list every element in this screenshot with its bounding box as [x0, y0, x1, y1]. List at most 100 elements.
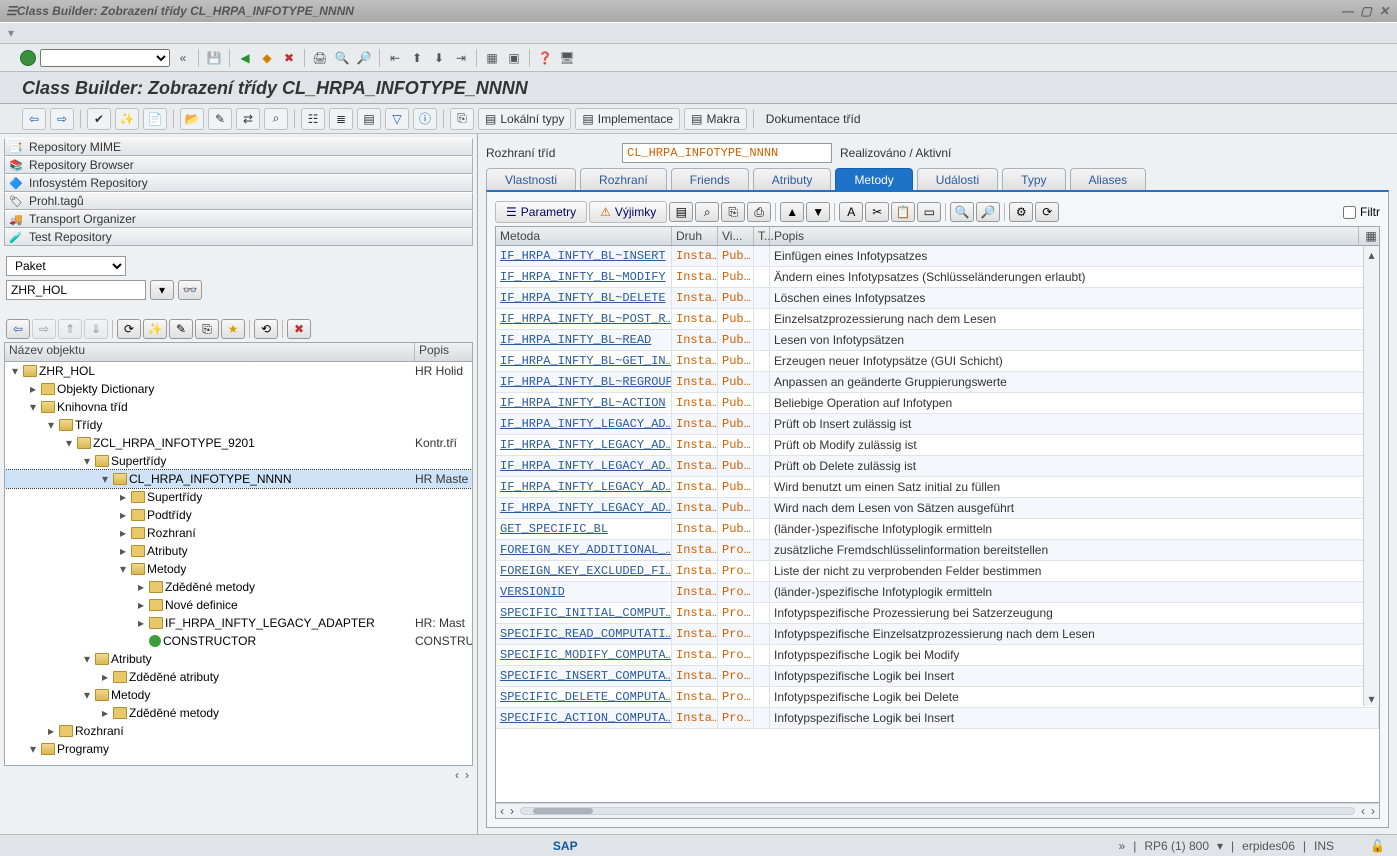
find-next-method-button[interactable]: 🔎: [976, 202, 1000, 222]
tree-close-button[interactable]: ✖: [287, 319, 311, 339]
hierarchy-button[interactable]: ☷: [301, 108, 325, 130]
outline-button[interactable]: ≣: [329, 108, 353, 130]
method-row[interactable]: SPECIFIC_INSERT_COMPUTA…Insta…Pro…Infoty…: [496, 666, 1379, 687]
grid-hscrollbar[interactable]: ‹ › ‹ ›: [495, 803, 1380, 819]
method-name[interactable]: IF_HRPA_INFTY_LEGACY_AD…: [496, 414, 672, 434]
method-row[interactable]: SPECIFIC_DELETE_COMPUTA…Insta…Pro…Infoty…: [496, 687, 1379, 708]
method-row[interactable]: IF_HRPA_INFTY_BL~MODIFYInsta…Pub…Ändern …: [496, 267, 1379, 288]
method-name[interactable]: IF_HRPA_INFTY_BL~DELETE: [496, 288, 672, 308]
tree-node-inherited-methods[interactable]: ▸ Zděděné metody: [5, 578, 472, 596]
method-row[interactable]: IF_HRPA_INFTY_BL~ACTIONInsta…Pub…Beliebi…: [496, 393, 1379, 414]
abc-button[interactable]: A: [839, 202, 863, 222]
method-row[interactable]: FOREIGN_KEY_ADDITIONAL_…Insta…Pro…zusätz…: [496, 540, 1379, 561]
tree-refresh-button[interactable]: ⟳: [117, 319, 141, 339]
method-name[interactable]: IF_HRPA_INFTY_LEGACY_AD…: [496, 435, 672, 455]
method-row[interactable]: IF_HRPA_INFTY_LEGACY_AD…Insta…Pub…Prüft …: [496, 435, 1379, 456]
nav-forward-button[interactable]: ⇨: [50, 108, 74, 130]
first-page-icon[interactable]: ⇤: [386, 49, 404, 67]
method-row[interactable]: IF_HRPA_INFTY_LEGACY_AD…Insta…Pub…Wird n…: [496, 498, 1379, 519]
refresh-button[interactable]: ⟳: [1035, 202, 1059, 222]
configure-columns-icon[interactable]: ▦: [1359, 227, 1379, 245]
method-row[interactable]: IF_HRPA_INFTY_BL~DELETEInsta…Pub…Löschen…: [496, 288, 1379, 309]
where-used-button[interactable]: ⌕: [695, 202, 719, 222]
method-name[interactable]: IF_HRPA_INFTY_BL~ACTION: [496, 393, 672, 413]
last-page-icon[interactable]: ⇥: [452, 49, 470, 67]
refactor-button[interactable]: ⚙: [1009, 202, 1033, 222]
tab-aliases[interactable]: Aliases: [1070, 168, 1147, 190]
lock-icon[interactable]: 🔓: [1370, 839, 1385, 853]
parameters-button[interactable]: ☰Parametry: [495, 201, 587, 223]
tree-node-super[interactable]: ▾ Supertřídy: [5, 452, 472, 470]
tree-node-new-defs[interactable]: ▸ Nové definice: [5, 596, 472, 614]
tab-attributes[interactable]: Atributy: [753, 168, 832, 190]
tree-node-sub-attributes[interactable]: ▸ Atributy: [5, 542, 472, 560]
method-name[interactable]: SPECIFIC_ACTION_COMPUTA…: [496, 708, 672, 728]
back-history-icon[interactable]: «: [174, 49, 192, 67]
select-button[interactable]: ▭: [917, 202, 941, 222]
tree-node-constructor[interactable]: ▸ CONSTRUCTORCONSTRU: [5, 632, 472, 650]
sort-asc-button[interactable]: ▲: [780, 202, 804, 222]
info-button[interactable]: ⓘ: [413, 108, 437, 130]
method-name[interactable]: IF_HRPA_INFTY_LEGACY_AD…: [496, 477, 672, 497]
col-kind[interactable]: Druh: [672, 227, 718, 245]
tree-node-if2[interactable]: ▸ Rozhraní: [5, 722, 472, 740]
toggle-button[interactable]: ⇄: [236, 108, 260, 130]
method-name[interactable]: IF_HRPA_INFTY_LEGACY_AD…: [496, 498, 672, 518]
method-row[interactable]: SPECIFIC_INITIAL_COMPUT…Insta…Pro…Infoty…: [496, 603, 1379, 624]
nav-infosystem[interactable]: 🔷Infosystém Repository: [4, 174, 473, 192]
tree-node-sub-sub[interactable]: ▸ Podtřídy: [5, 506, 472, 524]
cut-button[interactable]: ✂: [865, 202, 889, 222]
col-desc[interactable]: Popis: [415, 343, 472, 361]
method-row[interactable]: IF_HRPA_INFTY_BL~GET_IN…Insta…Pub…Erzeug…: [496, 351, 1379, 372]
minimize-icon[interactable]: —: [1341, 4, 1355, 18]
scroll-right2-icon[interactable]: ›: [1371, 804, 1375, 818]
prev-page-icon[interactable]: ⬆: [408, 49, 426, 67]
tree-node-sub-interfaces[interactable]: ▸ Rozhraní: [5, 524, 472, 542]
shortcut-icon[interactable]: ▣: [505, 49, 523, 67]
col-name[interactable]: Název objektu: [5, 343, 415, 361]
tree-node-zcl[interactable]: ▾ ZCL_HRPA_INFOTYPE_9201Kontr.tří: [5, 434, 472, 452]
method-name[interactable]: IF_HRPA_INFTY_BL~READ: [496, 330, 672, 350]
tree-node-inherited-attr[interactable]: ▸ Zděděné atributy: [5, 668, 472, 686]
tree-hscroll[interactable]: ‹›: [4, 766, 473, 784]
where-used-button[interactable]: ⌕: [264, 108, 288, 130]
method-name[interactable]: SPECIFIC_DELETE_COMPUTA…: [496, 687, 672, 707]
nav-transport-organizer[interactable]: 🚚Transport Organizer: [4, 210, 473, 228]
other-object-button[interactable]: 📂: [180, 108, 204, 130]
method-row[interactable]: FOREIGN_KEY_EXCLUDED_FI…Insta…Pro…Liste …: [496, 561, 1379, 582]
new-session-icon[interactable]: ▦: [483, 49, 501, 67]
tree-fav-button[interactable]: ★: [221, 319, 245, 339]
tab-interfaces[interactable]: Rozhraní: [580, 168, 667, 190]
method-name[interactable]: IF_HRPA_INFTY_BL~POST_R…: [496, 309, 672, 329]
filter-button[interactable]: ▽: [385, 108, 409, 130]
method-row[interactable]: IF_HRPA_INFTY_BL~INSERTInsta…Pub…Einfüge…: [496, 246, 1379, 267]
method-name[interactable]: GET_SPECIFIC_BL: [496, 519, 672, 539]
grid-vscrollbar[interactable]: ▴▾: [1363, 246, 1379, 706]
class-name-input[interactable]: [622, 143, 832, 163]
nav-back-button[interactable]: ⇦: [22, 108, 46, 130]
code-button[interactable]: ▤: [669, 202, 693, 222]
class-docs-button[interactable]: Dokumentace tříd: [760, 108, 867, 130]
tree-fwd-button[interactable]: ⇨: [32, 319, 56, 339]
tree-node-programs[interactable]: ▾ Programy: [5, 740, 472, 758]
menu-dropdown-icon[interactable]: ▾: [8, 26, 14, 40]
tree-copy-button[interactable]: ⎘: [195, 319, 219, 339]
scroll-left-icon[interactable]: ‹: [500, 804, 504, 818]
tree-new-button[interactable]: ✨: [143, 319, 167, 339]
tab-events[interactable]: Události: [917, 168, 998, 190]
tree-node-meth2[interactable]: ▾ Metody: [5, 686, 472, 704]
method-row[interactable]: IF_HRPA_INFTY_LEGACY_AD…Insta…Pub…Wird b…: [496, 477, 1379, 498]
method-name[interactable]: SPECIFIC_INITIAL_COMPUT…: [496, 603, 672, 623]
col-description[interactable]: Popis: [770, 227, 1359, 245]
tab-types[interactable]: Typy: [1002, 168, 1065, 190]
exit-icon[interactable]: ◆: [258, 49, 276, 67]
nav-test-repository[interactable]: 🧪Test Repository: [4, 228, 473, 246]
method-row[interactable]: IF_HRPA_INFTY_LEGACY_AD…Insta…Pub…Prüft …: [496, 414, 1379, 435]
filter-checkbox[interactable]: Filtr: [1343, 205, 1380, 219]
tree-up-button[interactable]: ⇑: [58, 319, 82, 339]
object-tree[interactable]: ▾ ZHR_HOLHR Holid ▸ Objekty Dictionary ▾…: [4, 362, 473, 766]
tree-node-sub-methods[interactable]: ▾ Metody: [5, 560, 472, 578]
tree-node-selected-class[interactable]: ▾ CL_HRPA_INFOTYPE_NNNNHR Maste: [5, 470, 472, 488]
tree-node-package[interactable]: ▾ ZHR_HOLHR Holid: [5, 362, 472, 380]
macros-button[interactable]: ▤Makra: [684, 108, 747, 130]
